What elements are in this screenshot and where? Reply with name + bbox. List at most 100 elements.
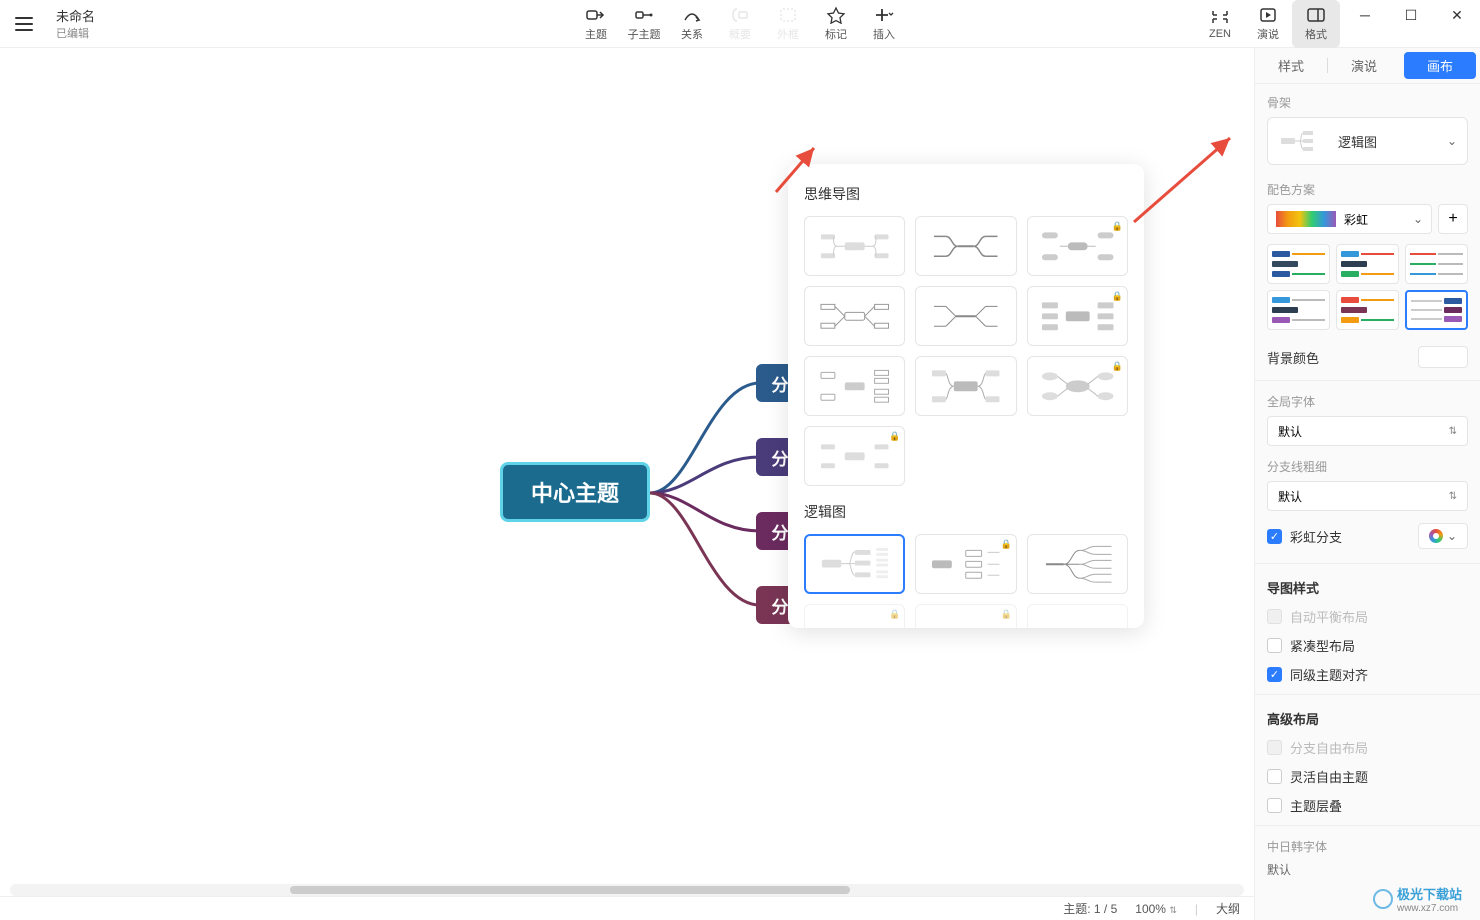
add-scheme-button[interactable]: + [1438,204,1468,234]
boundary-icon [778,6,798,24]
document-status: 已编辑 [56,25,95,41]
color-scheme-thumb-2[interactable] [1336,244,1399,284]
marker-button[interactable]: 标记 [812,0,860,48]
cjk-font-value: 默认 [1267,861,1468,878]
lock-icon: 🔒 [1112,291,1123,302]
color-ring-icon [1429,529,1443,543]
format-button[interactable]: 格式 [1292,0,1340,48]
panel-tab-canvas[interactable]: 画布 [1404,52,1476,79]
global-font-selector[interactable]: 默认⇅ [1267,416,1468,446]
updown-icon: ⇅ [1169,905,1177,915]
color-scheme-label: 配色方案 [1267,181,1468,198]
zen-button[interactable]: ZEN [1196,0,1244,48]
skeleton-selector[interactable]: 逻辑图 ⌄ [1267,117,1468,165]
lock-icon: 🔒 [889,431,900,442]
skeleton-thumb-mindmap-6[interactable]: 🔒 [1027,286,1128,346]
topic-button[interactable]: 主题 [572,0,620,48]
document-title: 未命名 [56,6,95,25]
hamburger-icon [15,17,33,31]
document-title-area: 未命名 已编辑 [56,6,95,41]
window-minimize[interactable]: ─ [1342,0,1388,30]
skeleton-thumb-mindmap-2[interactable] [915,216,1016,276]
watermark-logo-icon [1373,889,1393,909]
skeleton-thumb-logic-6[interactable] [1027,604,1128,628]
skeleton-thumb-mindmap-9[interactable]: 🔒 [1027,356,1128,416]
topic-icon [586,6,606,24]
cjk-font-label: 中日韩字体 [1267,838,1468,855]
flex-topic-checkbox[interactable] [1267,769,1282,784]
status-bar: 主题: 1 / 5 100% ⇅ | 大纲 [0,896,1254,920]
skeleton-thumb-mindmap-8[interactable] [915,356,1016,416]
canvas-area[interactable]: 中心主题 分 分 分 分 思维导图 🔒 🔒 🔒 🔒 逻辑图 🔒 🔒 🔒 [0,48,1254,896]
hamburger-menu[interactable] [0,0,48,48]
advanced-layout-header: 高级布局 [1267,709,1468,728]
zoom-control[interactable]: 100% ⇅ [1135,902,1177,916]
topic-counter: 主题: 1 / 5 [1063,900,1117,917]
panel-tab-pitch[interactable]: 演说 [1328,48,1400,83]
free-branch-checkbox [1267,740,1282,755]
pitch-icon [1258,6,1278,24]
pitch-button[interactable]: 演说 [1244,0,1292,48]
bg-color-label: 背景颜色 [1267,348,1319,367]
skeleton-thumb-mindmap-5[interactable] [915,286,1016,346]
skeleton-thumb-logic-3[interactable] [1027,534,1128,594]
skeleton-thumb-logic-4[interactable]: 🔒 [804,604,905,628]
global-font-label: 全局字体 [1267,393,1468,410]
rainbow-palette-button[interactable]: ⌄ [1418,523,1468,549]
format-panel: 样式 演说 画布 骨架 逻辑图 ⌄ 配色方案 彩虹 ⌄ + [1254,48,1480,920]
subtopic-button[interactable]: 子主题 [620,0,668,48]
color-scheme-thumb-4[interactable] [1267,290,1330,330]
vertical-scrollbar[interactable] [1242,52,1254,884]
branch-width-selector[interactable]: 默认⇅ [1267,481,1468,511]
horizontal-scrollbar[interactable] [10,884,1244,896]
format-icon [1306,6,1326,24]
popup-section-mindmap: 思维导图 [804,184,1128,204]
summary-icon [730,6,750,24]
color-scheme-thumb-5[interactable] [1336,290,1399,330]
skeleton-thumb-mindmap-7[interactable] [804,356,905,416]
skeleton-thumb-mindmap-10[interactable]: 🔒 [804,426,905,486]
skeleton-popup: 思维导图 🔒 🔒 🔒 🔒 逻辑图 🔒 🔒 🔒 [788,164,1144,628]
lock-icon: 🔒 [1000,539,1011,550]
topic-overlap-checkbox[interactable] [1267,798,1282,813]
align-siblings-checkbox[interactable]: ✓ [1267,667,1282,682]
updown-icon: ⇅ [1449,491,1457,502]
color-scheme-thumb-3[interactable] [1405,244,1468,284]
skeleton-label: 骨架 [1267,94,1468,111]
chevron-down-icon: ⌄ [1447,134,1457,148]
boundary-button: 外框 [764,0,812,48]
skeleton-thumb-mindmap-1[interactable] [804,216,905,276]
watermark: 极光下载站 www.xz7.com [1373,884,1462,914]
compact-layout-checkbox[interactable] [1267,638,1282,653]
window-maximize[interactable]: ☐ [1388,0,1434,30]
lock-icon: 🔒 [1112,221,1123,232]
skeleton-thumb-logic-2[interactable]: 🔒 [915,534,1016,594]
insert-button[interactable]: 插入 [860,0,908,48]
auto-balance-checkbox [1267,609,1282,624]
window-close[interactable]: ✕ [1434,0,1480,30]
map-style-header: 导图样式 [1267,578,1468,597]
color-scheme-thumb-6[interactable] [1405,290,1468,330]
chevron-down-icon: ⌄ [1413,212,1423,226]
bg-color-picker[interactable] [1418,346,1468,368]
skeleton-thumb-logic-5[interactable]: 🔒 [915,604,1016,628]
color-scheme-thumb-1[interactable] [1267,244,1330,284]
lock-icon: 🔒 [1112,361,1123,372]
lock-icon: 🔒 [889,609,900,620]
branch-width-label: 分支线粗细 [1267,458,1468,475]
skeleton-thumb-mindmap-3[interactable]: 🔒 [1027,216,1128,276]
marker-icon [826,6,846,24]
popup-section-logic: 逻辑图 [804,502,1128,522]
rainbow-branch-checkbox[interactable]: ✓ [1267,529,1282,544]
outline-toggle[interactable]: 大纲 [1216,900,1240,917]
panel-tab-style[interactable]: 样式 [1255,48,1327,83]
central-topic-node[interactable]: 中心主题 [500,462,650,522]
skeleton-thumb-mindmap-4[interactable] [804,286,905,346]
skeleton-thumb-logic-1[interactable] [804,534,905,594]
rainbow-swatch [1276,211,1336,227]
updown-icon: ⇅ [1449,426,1457,437]
color-scheme-selector[interactable]: 彩虹 ⌄ [1267,204,1432,234]
lock-icon: 🔒 [1000,609,1011,620]
subtopic-icon [634,6,654,24]
relation-button[interactable]: 关系 [668,0,716,48]
